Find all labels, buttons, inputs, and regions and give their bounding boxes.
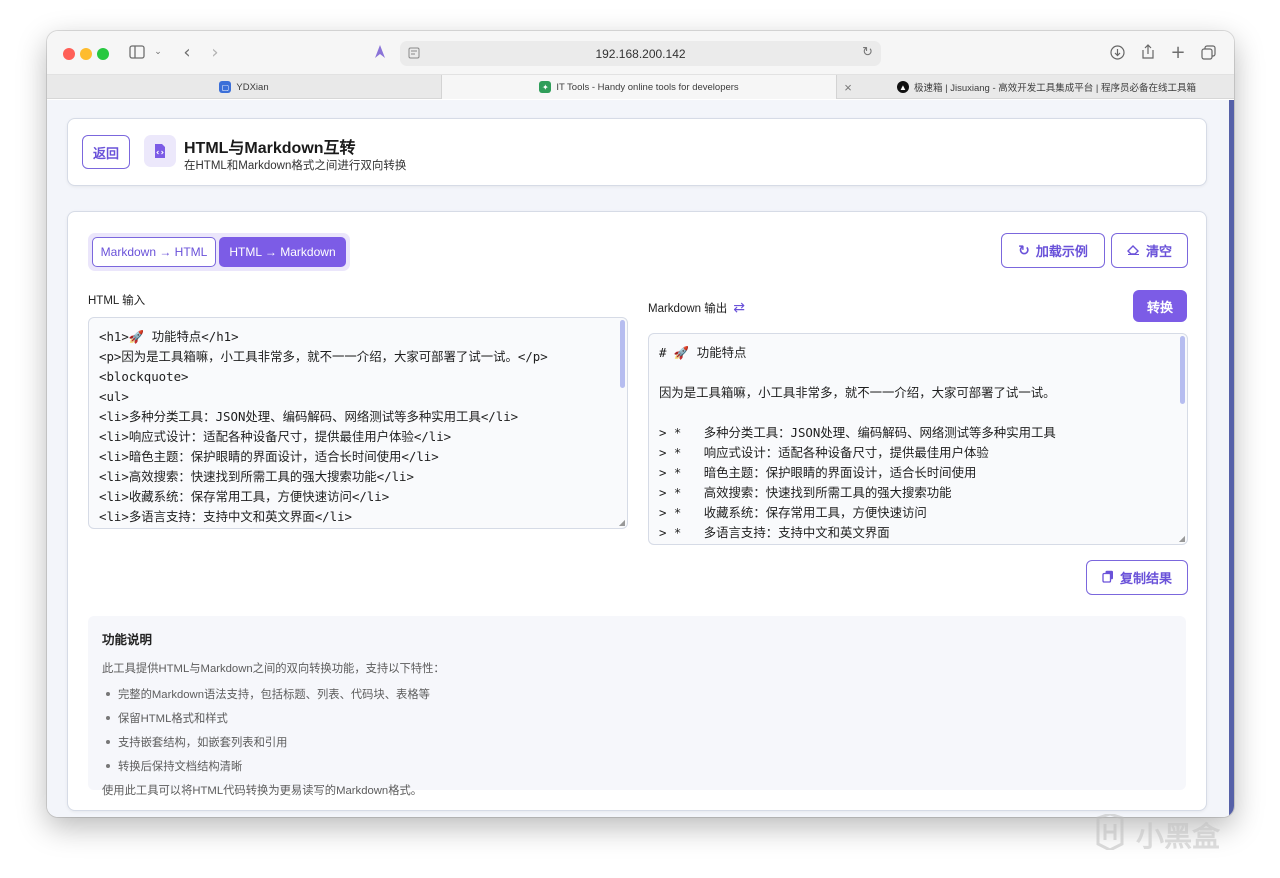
tab-ydxian[interactable]: ▢ YDXian [47, 75, 442, 99]
copy-icon [1102, 570, 1114, 586]
browser-window: ⌄ ‹ › 192.168.200.142 ↻ + ▢ YDXian ✦ IT … [47, 31, 1234, 817]
convert-button[interactable]: 转换 [1133, 290, 1187, 322]
info-footer: 使用此工具可以将HTML代码转换为更易读写的Markdown格式。 [102, 785, 423, 797]
wrench-icon: ✦ [539, 81, 552, 93]
input-label: HTML 输入 [88, 295, 146, 307]
list-item: 完整的Markdown语法支持，包括标题、列表、代码块、表格等 [102, 686, 1172, 702]
back-arrow-icon[interactable]: ‹ [177, 41, 197, 63]
input-scrollbar[interactable] [620, 320, 625, 388]
address-bar[interactable]: 192.168.200.142 ↻ [400, 41, 881, 66]
markdown-output-text: # 🚀 功能特点 因为是工具箱嘛，小工具非常多，就不一一介绍，大家可部署了试一试… [659, 345, 1056, 540]
watermark: 小黑盒 [1090, 812, 1221, 855]
resize-handle-icon[interactable]: ◢ [1179, 534, 1185, 543]
mode-html-to-markdown[interactable]: HTML → Markdown [219, 237, 346, 267]
page-content: 返回 HTML与Markdown互转 在HTML和Markdown格式之间进行双… [47, 100, 1234, 817]
chevron-down-icon[interactable]: ⌄ [151, 41, 165, 63]
header-card: 返回 HTML与Markdown互转 在HTML和Markdown格式之间进行双… [67, 118, 1207, 186]
forward-arrow-icon[interactable]: › [205, 41, 225, 63]
jisuxiang-logo-icon: ▲ [896, 81, 909, 93]
feature-description: 功能说明 此工具提供HTML与Markdown之间的双向转换功能，支持以下特性：… [88, 616, 1186, 797]
tab-title: YDXian [236, 81, 269, 93]
resize-handle-icon[interactable]: ◢ [619, 518, 625, 527]
watermark-text: 小黑盒 [1136, 820, 1221, 852]
share-icon[interactable] [1138, 41, 1158, 63]
tab-title: IT Tools - Handy online tools for develo… [556, 81, 739, 93]
refresh-icon: ↻ [1018, 242, 1030, 259]
converter-card: Markdown → HTML HTML → Markdown ↻ 加载示例 清… [67, 211, 1207, 811]
load-example-label: 加载示例 [1035, 244, 1088, 259]
tab-overview-icon[interactable] [1198, 41, 1218, 63]
copy-result-label: 复制结果 [1119, 571, 1172, 586]
back-button[interactable]: 返回 [82, 135, 130, 169]
page-icon [408, 47, 420, 62]
list-item: 保留HTML格式和样式 [102, 710, 1172, 726]
tab-close-button[interactable]: × [837, 75, 859, 99]
page-scrollbar[interactable] [1229, 100, 1234, 817]
reload-icon[interactable]: ↻ [862, 45, 873, 60]
extension-icon[interactable] [371, 41, 389, 63]
tab-bar: ▢ YDXian ✦ IT Tools - Handy online tools… [47, 75, 1234, 99]
close-window-button[interactable] [63, 48, 75, 60]
minimize-window-button[interactable] [80, 48, 92, 60]
eraser-icon [1126, 243, 1140, 258]
info-title: 功能说明 [102, 633, 153, 647]
sidebar-toggle-icon[interactable] [127, 41, 147, 63]
output-scrollbar[interactable] [1180, 336, 1185, 404]
html-input-text: <h1>🚀 功能特点</h1> <p>因为是工具箱嘛，小工具非常多，就不一一介绍… [99, 329, 548, 524]
copy-result-button[interactable]: 复制结果 [1086, 560, 1188, 595]
output-label: Markdown 输出 ⇄ [648, 300, 745, 316]
load-example-button[interactable]: ↻ 加载示例 [1001, 233, 1105, 268]
feature-list: 完整的Markdown语法支持，包括标题、列表、代码块、表格等 保留HTML格式… [102, 686, 1172, 774]
xiaoheihe-logo-icon [1090, 812, 1130, 855]
clear-button[interactable]: 清空 [1111, 233, 1188, 268]
clear-label: 清空 [1145, 244, 1172, 259]
tab-it-tools[interactable]: ✦ IT Tools - Handy online tools for deve… [442, 75, 837, 99]
url-text: 192.168.200.142 [595, 46, 686, 61]
zoom-window-button[interactable] [97, 48, 109, 60]
download-icon[interactable] [1107, 41, 1127, 63]
mode-toggle: Markdown → HTML HTML → Markdown [88, 233, 350, 271]
tab-jisuxiang[interactable]: ▲ 极速箱 | Jisuxiang - 高效开发工具集成平台 | 程序员必备在线… [859, 75, 1234, 99]
list-item: 转换后保持文档结构清晰 [102, 758, 1172, 774]
tool-file-icon [144, 135, 176, 167]
swap-arrows-icon[interactable]: ⇄ [733, 300, 745, 316]
tab-title: 极速箱 | Jisuxiang - 高效开发工具集成平台 | 程序员必备在线工具… [913, 83, 1197, 94]
page-subtitle: 在HTML和Markdown格式之间进行双向转换 [184, 160, 407, 172]
list-item: 支持嵌套结构，如嵌套列表和引用 [102, 734, 1172, 750]
new-tab-icon[interactable]: + [1168, 41, 1188, 63]
page-title: HTML与Markdown互转 [184, 140, 356, 157]
html-input-textarea[interactable]: <h1>🚀 功能特点</h1> <p>因为是工具箱嘛，小工具非常多，就不一一介绍… [88, 317, 628, 529]
info-intro: 此工具提供HTML与Markdown之间的双向转换功能，支持以下特性： [102, 663, 445, 675]
markdown-output-textarea[interactable]: # 🚀 功能特点 因为是工具箱嘛，小工具非常多，就不一一介绍，大家可部署了试一试… [648, 333, 1188, 545]
output-label-text: Markdown 输出 [648, 303, 728, 315]
browser-toolbar: ⌄ ‹ › 192.168.200.142 ↻ + [47, 31, 1234, 75]
mode-markdown-to-html[interactable]: Markdown → HTML [92, 237, 216, 267]
app-icon: ▢ [219, 81, 232, 93]
